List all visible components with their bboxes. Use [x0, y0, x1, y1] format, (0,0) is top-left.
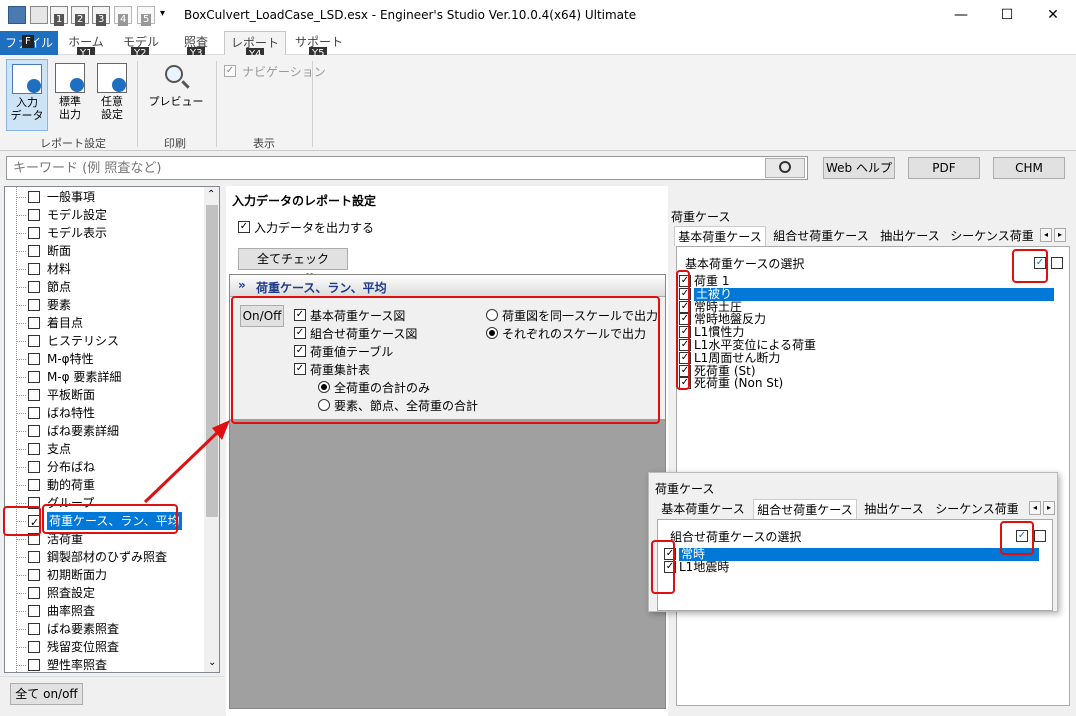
annotation-arrow: [143, 420, 230, 504]
